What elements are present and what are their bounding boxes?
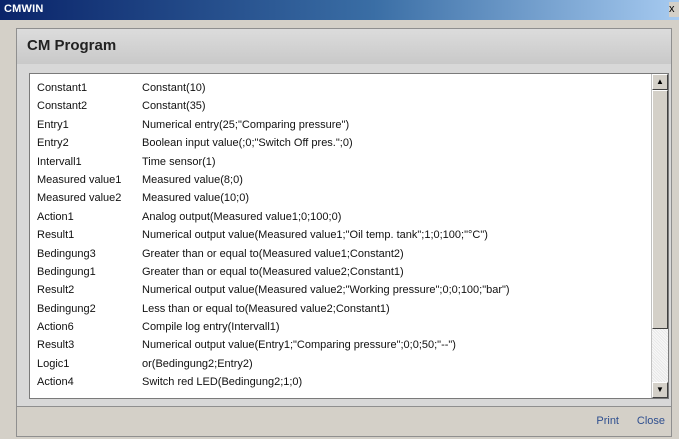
row-expression: Less than or equal to(Measured value2;Co… xyxy=(142,302,390,315)
row-expression: Time sensor(1) xyxy=(142,155,216,168)
row-name: Constant2 xyxy=(37,100,88,113)
row-name: Result3 xyxy=(37,339,75,352)
title-bar: CMWIN x xyxy=(0,0,679,20)
row-expression: Numerical output value(Entry1;"Comparing… xyxy=(142,339,456,352)
panel-title: CM Program xyxy=(27,37,117,54)
program-row[interactable]: Entry2 Boolean input value(;0;"Switch Off… xyxy=(30,134,652,152)
row-name: Bedingung3 xyxy=(37,247,96,260)
program-row[interactable]: Bedingung1 Greater than or equal to(Measu… xyxy=(30,263,652,281)
row-name: Entry2 xyxy=(37,137,69,150)
row-expression: Constant(35) xyxy=(142,100,206,113)
row-name: Action6 xyxy=(37,321,74,334)
print-button[interactable]: Print xyxy=(596,415,619,427)
row-name: Bedingung2 xyxy=(37,302,96,315)
row-expression: Numerical entry(25;"Comparing pressure") xyxy=(142,118,350,131)
program-row[interactable]: Action6 Compile log entry(Intervall1) xyxy=(30,318,652,336)
program-row[interactable]: Result2 Numerical output value(Measured v… xyxy=(30,281,652,299)
program-row[interactable]: Action4 Switch red LED(Bedingung2;1;0) xyxy=(30,373,652,391)
program-rows: Constant1 Constant(10) Constant2 Constant(3… xyxy=(30,79,652,392)
program-row[interactable]: Measured value2 Measured value(10;0) xyxy=(30,189,652,207)
row-name: Action4 xyxy=(37,376,74,389)
program-row[interactable]: Result1 Numerical output value(Measured v… xyxy=(30,226,652,244)
row-expression: Greater than or equal to(Measured value1… xyxy=(142,247,404,260)
window-close-icon[interactable]: x xyxy=(669,2,679,17)
program-row[interactable]: Entry1 Numerical entry(25;"Comparing pres… xyxy=(30,116,652,134)
row-expression: Compile log entry(Intervall1) xyxy=(142,321,280,334)
program-row[interactable]: Bedingung3 Greater than or equal to(Measu… xyxy=(30,245,652,263)
row-name: Measured value2 xyxy=(37,192,122,205)
row-name: Entry1 xyxy=(37,118,69,131)
program-row[interactable]: Logic1 or(Bedingung2;Entry2) xyxy=(30,355,652,373)
program-row[interactable]: Intervall1 Time sensor(1) xyxy=(30,153,652,171)
panel-header: CM Program xyxy=(16,28,672,64)
row-expression: Numerical output value(Measured value2;"… xyxy=(142,284,510,297)
row-expression: Switch red LED(Bedingung2;1;0) xyxy=(142,376,303,389)
row-expression: Boolean input value(;0;"Switch Off pres.… xyxy=(142,137,353,150)
row-name: Action1 xyxy=(37,210,74,223)
program-row[interactable]: Measured value1 Measured value(8;0) xyxy=(30,171,652,189)
scroll-down-button[interactable]: ▼ xyxy=(652,382,668,398)
window-title: CMWIN xyxy=(4,3,44,15)
row-name: Measured value1 xyxy=(37,173,122,186)
row-expression: or(Bedingung2;Entry2) xyxy=(142,357,253,370)
row-name: Intervall1 xyxy=(37,155,82,168)
vertical-scrollbar[interactable]: ▲ ▼ xyxy=(651,74,668,398)
program-row[interactable]: Constant2 Constant(35) xyxy=(30,97,652,115)
row-name: Result1 xyxy=(37,229,75,242)
row-name: Logic1 xyxy=(37,357,70,370)
row-expression: Measured value(8;0) xyxy=(142,173,243,186)
program-row[interactable]: Constant1 Constant(10) xyxy=(30,79,652,97)
row-expression: Constant(10) xyxy=(142,82,206,94)
scroll-up-button[interactable]: ▲ xyxy=(652,74,668,90)
row-name: Result2 xyxy=(37,284,75,297)
program-row[interactable]: Action1 Analog output(Measured value1;0;1… xyxy=(30,208,652,226)
scroll-thumb[interactable] xyxy=(652,90,668,329)
panel-footer: Print Close xyxy=(16,406,672,437)
row-expression: Analog output(Measured value1;0;100;0) xyxy=(142,210,342,223)
row-expression: Greater than or equal to(Measured value2… xyxy=(142,265,404,278)
program-listing[interactable]: Constant1 Constant(10) Constant2 Constant(3… xyxy=(29,73,669,399)
row-expression: Measured value(10;0) xyxy=(142,192,250,205)
row-expression: Numerical output value(Measured value1;"… xyxy=(142,229,488,242)
close-button[interactable]: Close xyxy=(637,415,665,427)
panel-content: Constant1 Constant(10) Constant2 Constant(3… xyxy=(16,64,672,406)
row-name: Constant1 xyxy=(37,82,88,94)
row-name: Bedingung1 xyxy=(37,265,96,278)
program-row[interactable]: Result3 Numerical output value(Entry1;"Co… xyxy=(30,336,652,354)
program-row[interactable]: Bedingung2 Less than or equal to(Measured… xyxy=(30,300,652,318)
